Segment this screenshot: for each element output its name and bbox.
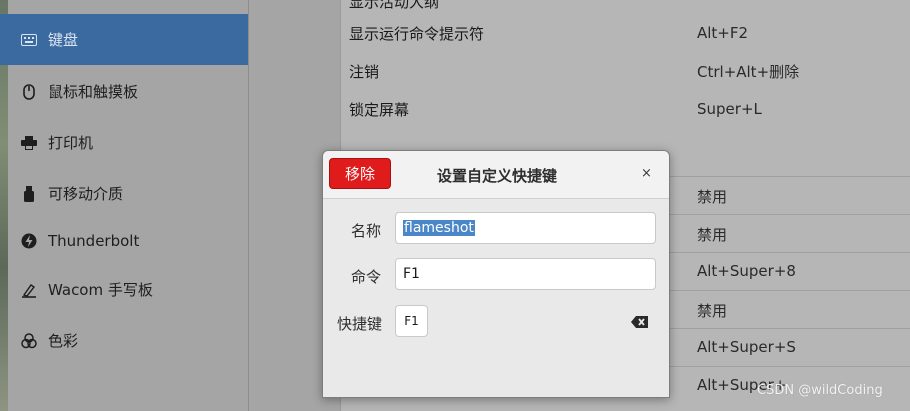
mouse-icon bbox=[20, 83, 38, 101]
sidebar-item-color[interactable]: 色彩 bbox=[0, 315, 248, 366]
shortcut-key: Super+L bbox=[697, 100, 762, 118]
shortcut-row[interactable]: 显示运行命令提示符 Alt+F2 bbox=[341, 14, 910, 52]
sidebar-item-wacom[interactable]: Wacom 手写板 bbox=[0, 264, 248, 315]
tablet-icon bbox=[20, 281, 38, 299]
sidebar-item-keyboard[interactable]: 键盘 bbox=[0, 14, 248, 65]
shortcut-name: 注销 bbox=[349, 62, 380, 81]
shortcut-key: 禁用 bbox=[697, 225, 728, 244]
shortcut-key: Alt+Super+8 bbox=[697, 262, 796, 280]
sidebar-item-label: 色彩 bbox=[48, 332, 79, 350]
shortcut-row[interactable]: 锁定屏幕 Super+L bbox=[341, 90, 910, 128]
sidebar-item-thunderbolt[interactable]: Thunderbolt bbox=[0, 215, 248, 266]
thunderbolt-icon bbox=[20, 232, 38, 250]
shortcut-key: Ctrl+Alt+删除 bbox=[697, 62, 800, 81]
shortcut-name: 锁定屏幕 bbox=[349, 100, 410, 119]
settings-sidebar: 键盘 鼠标和触摸板 打印机 可移动介质 Thunderbolt Wacom 手写… bbox=[0, 0, 249, 411]
color-icon bbox=[20, 332, 38, 350]
dialog-title: 设置自定义快捷键 bbox=[437, 167, 558, 185]
keyboard-icon bbox=[20, 31, 38, 49]
shortcut-row[interactable]: 注销 Ctrl+Alt+删除 bbox=[341, 52, 910, 90]
backspace-icon[interactable] bbox=[631, 314, 649, 328]
watermark-text: CSDN @wildCoding bbox=[757, 383, 883, 398]
dialog-header: 移除 设置自定义快捷键 × bbox=[323, 151, 669, 199]
command-field-value: F1 bbox=[403, 266, 420, 282]
command-field[interactable]: F1 bbox=[395, 258, 656, 290]
sidebar-item-label: 键盘 bbox=[48, 31, 79, 49]
sidebar-item-label: Thunderbolt bbox=[48, 231, 140, 250]
sidebar-item-mouse[interactable]: 鼠标和触摸板 bbox=[0, 66, 248, 117]
sidebar-item-label: 鼠标和触摸板 bbox=[48, 83, 139, 101]
shortcut-keycap[interactable]: F1 bbox=[395, 305, 428, 337]
shortcut-key: Alt+Super+S bbox=[697, 338, 796, 356]
shortcut-label: 快捷键 bbox=[337, 315, 383, 333]
sidebar-item-label: Wacom 手写板 bbox=[48, 281, 153, 299]
sidebar-item-printer[interactable]: 打印机 bbox=[0, 117, 248, 168]
sidebar-item-label: 打印机 bbox=[48, 134, 94, 152]
name-field-value: flameshot bbox=[403, 220, 475, 236]
shortcut-name: 显示运行命令提示符 bbox=[349, 24, 485, 43]
remove-button[interactable]: 移除 bbox=[329, 158, 391, 189]
name-field[interactable]: flameshot bbox=[395, 212, 656, 244]
close-icon[interactable]: × bbox=[641, 166, 652, 181]
name-label: 名称 bbox=[351, 222, 382, 240]
shortcut-key: Alt+F2 bbox=[697, 24, 749, 42]
shortcut-key: 禁用 bbox=[697, 301, 728, 320]
shortcut-name: 显示活动大纲 bbox=[349, 0, 440, 11]
custom-shortcut-dialog: 移除 设置自定义快捷键 × 名称 flameshot 命令 F1 快捷键 F1 bbox=[322, 150, 670, 398]
sidebar-item-label: 可移动介质 bbox=[48, 185, 124, 203]
sidebar-item-removable-media[interactable]: 可移动介质 bbox=[0, 168, 248, 219]
shortcut-key: 禁用 bbox=[697, 187, 728, 206]
command-label: 命令 bbox=[351, 268, 382, 286]
printer-icon bbox=[20, 134, 38, 152]
removable-media-icon bbox=[20, 185, 38, 203]
